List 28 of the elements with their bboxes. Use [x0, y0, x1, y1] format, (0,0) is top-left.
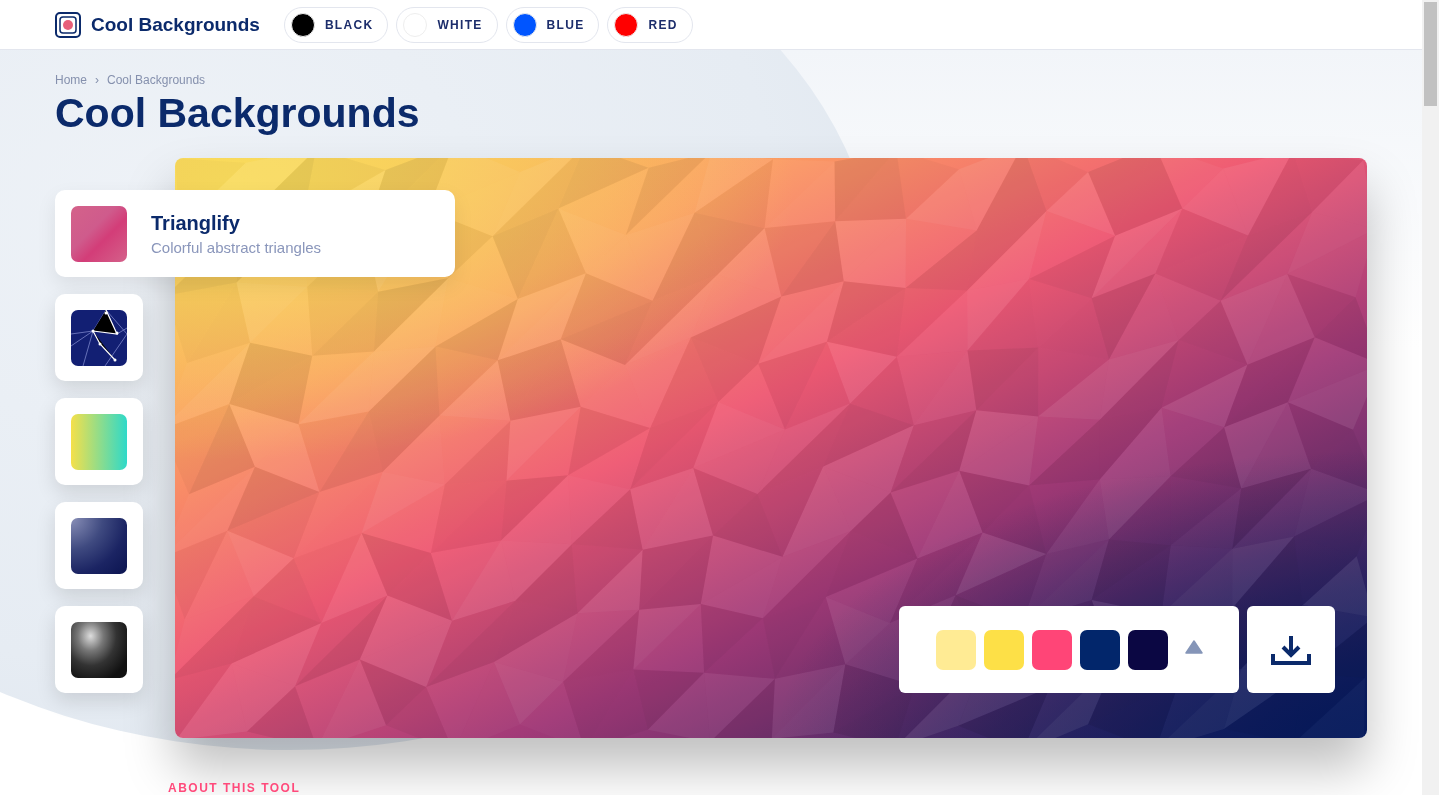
- generator-thumbnail: [71, 621, 127, 678]
- color-swatch[interactable]: [936, 629, 976, 670]
- color-swatch[interactable]: [1032, 629, 1072, 670]
- generator-description: Colorful abstract triangles: [151, 238, 322, 256]
- expand-triangle-icon[interactable]: [1185, 639, 1203, 654]
- color-filter-chip[interactable]: BLUE: [505, 6, 600, 43]
- color-filter-chip[interactable]: RED: [607, 6, 693, 43]
- color-swatch[interactable]: [1128, 629, 1168, 670]
- generator-thumbnail: [71, 517, 127, 574]
- generator-card[interactable]: [55, 294, 143, 381]
- generator-thumbnail: [71, 309, 127, 366]
- color-filter-chip[interactable]: WHITE: [396, 6, 498, 43]
- generator-card[interactable]: [55, 606, 143, 693]
- scrollbar[interactable]: [1422, 0, 1439, 795]
- site-title[interactable]: Cool Backgrounds: [91, 13, 260, 36]
- breadcrumb-separator: ›: [95, 73, 99, 87]
- page-title: Cool Backgrounds: [55, 89, 421, 137]
- color-swatch[interactable]: [1080, 629, 1120, 670]
- download-icon: [1271, 633, 1311, 666]
- generator-thumbnail: [71, 413, 127, 470]
- color-swatch[interactable]: [984, 629, 1024, 670]
- generator-name: Trianglify: [151, 211, 241, 235]
- download-button[interactable]: [1247, 606, 1335, 693]
- logo-icon: [55, 11, 81, 38]
- generator-card[interactable]: [55, 502, 143, 589]
- color-filter-chip[interactable]: BLACK: [283, 6, 389, 43]
- generator-thumbnail: [71, 205, 127, 262]
- section-heading: ABOUT THIS TOOL: [168, 781, 301, 795]
